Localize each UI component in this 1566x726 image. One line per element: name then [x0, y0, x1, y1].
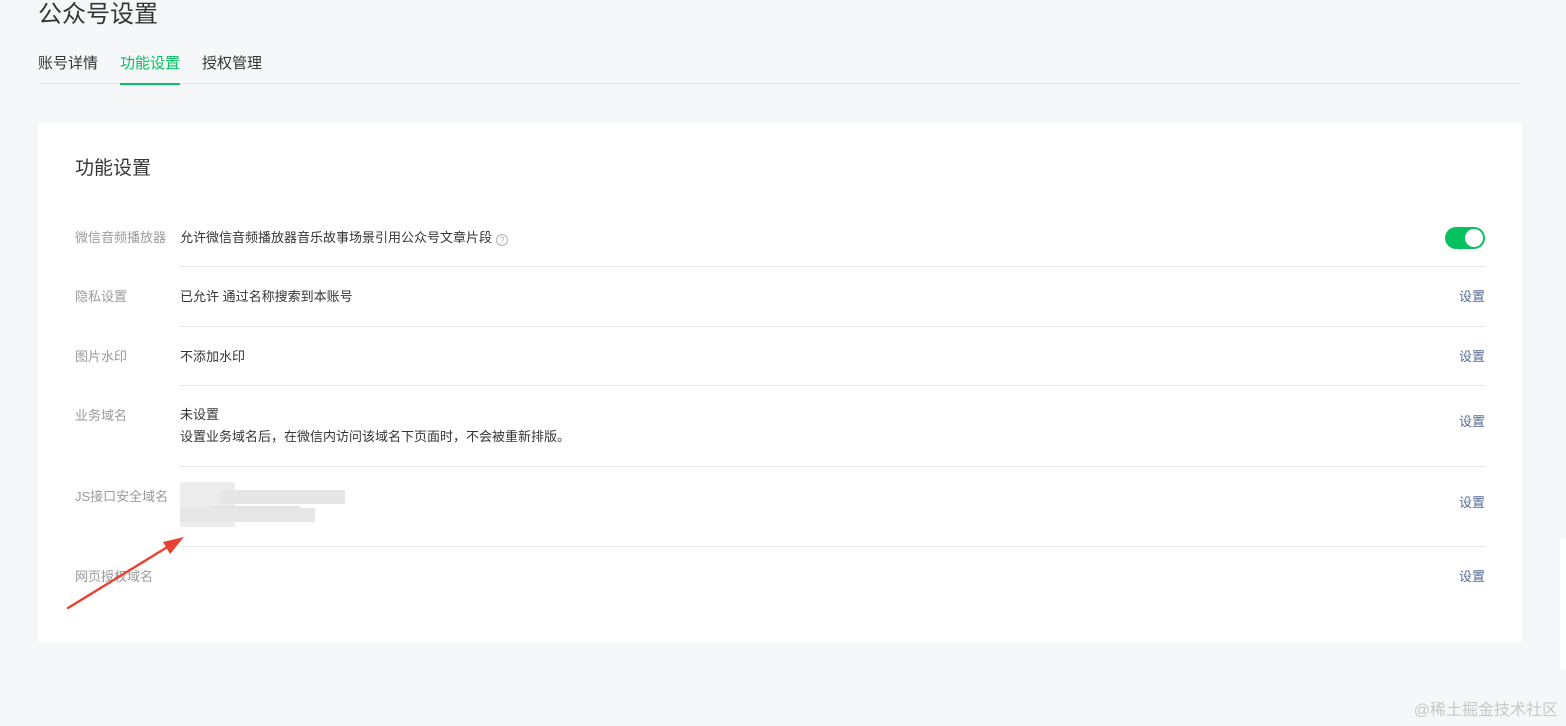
tab-authorization-management[interactable]: 授权管理 [202, 52, 262, 84]
audio-player-toggle[interactable] [1445, 227, 1485, 249]
row-audio-player: 微信音频播放器 允许微信音频播放器音乐故事场景引用公众号文章片段? [75, 227, 1485, 267]
row-label: JS接口安全域名 [75, 489, 169, 504]
question-circle-icon[interactable]: ? [496, 234, 509, 246]
divider [180, 546, 1485, 547]
divider [180, 466, 1485, 467]
redacted-domain-list [180, 482, 350, 527]
divider [180, 385, 1485, 386]
row-label: 业务域名 [75, 408, 128, 423]
row-privacy: 隐私设置 已允许 通过名称搜索到本账号 设置 [75, 287, 1485, 327]
watermark-settings-link[interactable]: 设置 [1459, 348, 1485, 366]
js-secure-domain-settings-link[interactable]: 设置 [1459, 494, 1485, 512]
row-js-secure-domain: JS接口安全域名 设置 [75, 482, 1485, 547]
toggle-knob [1465, 229, 1483, 247]
row-value: 未设置 [180, 407, 220, 422]
audio-player-description: 允许微信音频播放器音乐故事场景引用公众号文章片段 [180, 230, 493, 245]
row-value: 不添加水印 [180, 349, 246, 364]
row-business-domain: 业务域名 未设置 设置业务域名后，在微信内访问该域名下页面时，不会被重新排版。 … [75, 406, 1485, 467]
row-label: 网页授权域名 [75, 569, 154, 584]
blur-block [180, 508, 315, 522]
card-title: 功能设置 [75, 158, 152, 179]
divider [180, 266, 1485, 267]
row-web-auth-domain: 网页授权域名 设置 [75, 567, 1485, 597]
blur-block [220, 490, 345, 504]
row-image-watermark: 图片水印 不添加水印 设置 [75, 347, 1485, 386]
tab-bar: 账号详情 功能设置 授权管理 [38, 52, 1522, 85]
row-label: 图片水印 [75, 349, 128, 364]
page-title: 公众号设置 [38, 1, 158, 28]
row-label: 隐私设置 [75, 289, 128, 304]
privacy-settings-link[interactable]: 设置 [1459, 288, 1485, 306]
side-scroll-handle[interactable] [1560, 538, 1566, 670]
tab-account-details[interactable]: 账号详情 [38, 52, 98, 84]
feature-settings-card: 功能设置 微信音频播放器 允许微信音频播放器音乐故事场景引用公众号文章片段? 隐… [38, 123, 1522, 643]
web-auth-domain-settings-link[interactable]: 设置 [1459, 568, 1485, 586]
tab-feature-settings[interactable]: 功能设置 [120, 52, 181, 85]
row-value: 已允许 通过名称搜索到本账号 [180, 289, 353, 304]
watermark-text: @稀土掘金技术社区 [1413, 702, 1558, 719]
row-description: 设置业务域名后，在微信内访问该域名下页面时，不会被重新排版。 [180, 429, 571, 444]
row-value: 允许微信音频播放器音乐故事场景引用公众号文章片段? [180, 227, 509, 249]
business-domain-settings-link[interactable]: 设置 [1459, 413, 1485, 431]
divider [180, 326, 1485, 327]
row-label: 微信音频播放器 [75, 230, 167, 245]
